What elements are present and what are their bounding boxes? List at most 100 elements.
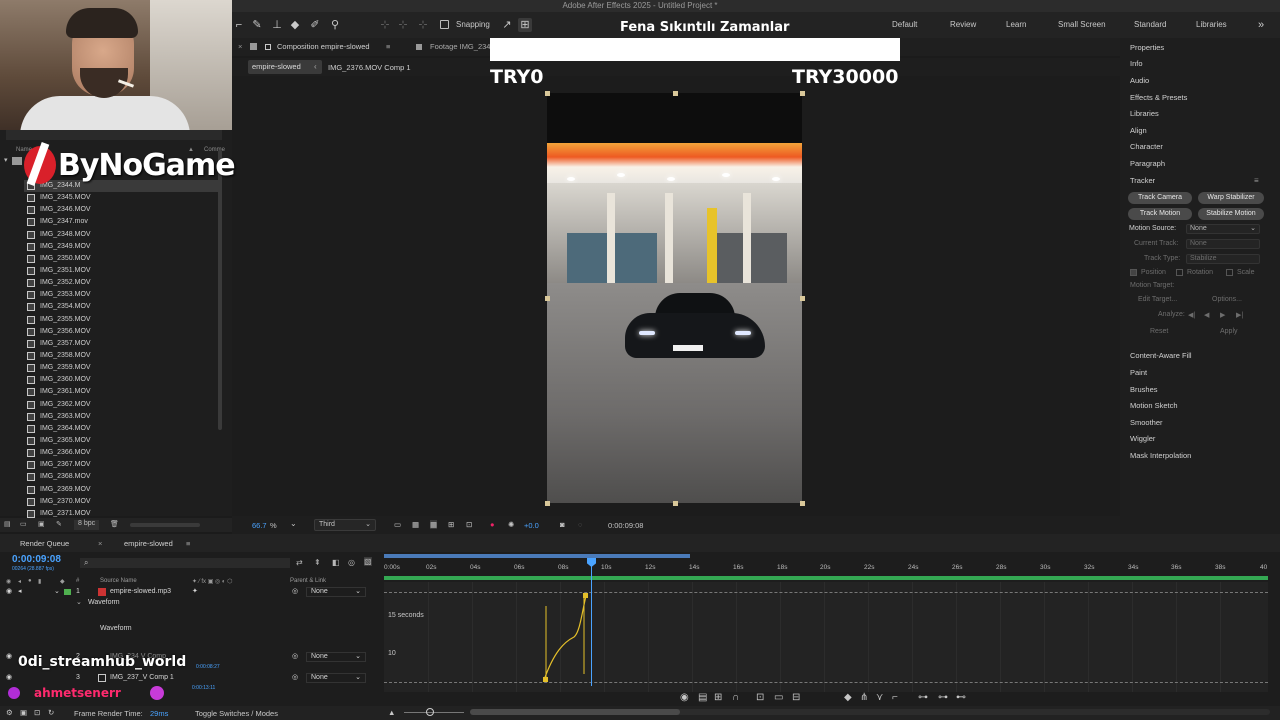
pick-whip-icon[interactable]: ◎ — [292, 651, 298, 663]
parent-dropdown[interactable]: None ⌄ — [306, 652, 366, 662]
transform-handle[interactable] — [545, 91, 550, 96]
list-item[interactable]: IMG_2345.MOV — [24, 192, 220, 204]
workspace-standard[interactable]: Standard — [1134, 20, 1166, 29]
transform-handle[interactable] — [545, 296, 550, 301]
zoom-out-icon[interactable]: ▲ — [388, 708, 395, 717]
tab-footage[interactable]: Footage IMG_234 — [430, 42, 490, 51]
panel-wiggler[interactable]: Wiggler — [1130, 434, 1155, 443]
project-settings-icon[interactable]: ✎ — [56, 520, 62, 528]
parent-link-header[interactable]: Parent & Link — [290, 578, 326, 584]
snap-edge-icon[interactable]: ↗ — [500, 18, 514, 32]
interpret-footage-icon[interactable]: ▤ — [4, 520, 11, 528]
layer-label-color[interactable] — [64, 589, 71, 595]
linear-keyframe-icon[interactable]: ⋎ — [876, 692, 883, 703]
options-button[interactable]: Options... — [1212, 296, 1242, 303]
list-item[interactable]: IMG_2368.MOV — [24, 471, 220, 483]
expand-icon[interactable]: ⌄ — [54, 586, 60, 598]
pen-tool-icon[interactable]: ⌐ — [232, 18, 246, 32]
pick-whip-icon[interactable]: ◎ — [292, 672, 298, 684]
list-item[interactable]: IMG_2354.MOV — [24, 301, 220, 313]
snap-icon[interactable]: ∩ — [732, 692, 739, 703]
show-snapshot-icon[interactable]: ◌ — [578, 520, 582, 529]
transform-handle[interactable] — [673, 91, 678, 96]
track-type-dropdown[interactable]: Stabilize — [1186, 254, 1260, 264]
graph-editor-icon[interactable]: ▧ — [364, 557, 372, 566]
panel-paragraph[interactable]: Paragraph — [1130, 159, 1165, 168]
zoom-slider-thumb[interactable] — [426, 708, 434, 716]
show-transform-box-icon[interactable]: ⊞ — [714, 692, 722, 703]
panel-effects-presets[interactable]: Effects & Presets — [1130, 93, 1187, 102]
clone-stamp-icon[interactable]: ⊥ — [270, 18, 284, 32]
current-time[interactable]: 0:00:09:08 — [12, 554, 61, 565]
track-motion-button[interactable]: Track Motion — [1128, 208, 1192, 220]
fit-all-icon[interactable]: ▭ — [774, 692, 783, 703]
current-track-dropdown[interactable]: None — [1186, 239, 1260, 249]
list-item[interactable]: IMG_2346.MOV — [24, 204, 220, 216]
waveform-property[interactable]: Waveform — [100, 625, 132, 632]
auto-bezier-icon[interactable]: ⌐ — [892, 692, 898, 703]
workspace-small-screen[interactable]: Small Screen — [1058, 20, 1106, 29]
easy-ease-out-icon[interactable]: ⊷ — [956, 692, 966, 703]
list-item[interactable]: IMG_2348.MOV — [24, 229, 220, 241]
stabilize-motion-button[interactable]: Stabilize Motion — [1198, 208, 1264, 220]
transform-handle[interactable] — [800, 296, 805, 301]
panel-paint[interactable]: Paint — [1130, 368, 1147, 377]
panel-brushes[interactable]: Brushes — [1130, 385, 1158, 394]
list-item[interactable]: IMG_2367.MOV — [24, 459, 220, 471]
exposure-value[interactable]: +0.0 — [524, 521, 539, 530]
list-item[interactable]: IMG_2362.MOV — [24, 399, 220, 411]
eye-icon[interactable]: ◉ — [6, 672, 12, 684]
puppet-pin-icon[interactable]: ⚲ — [328, 18, 342, 32]
region-of-interest-icon[interactable]: ▭ — [394, 520, 401, 529]
roto-brush-icon[interactable]: ✐ — [308, 18, 322, 32]
list-item[interactable]: IMG_2347.mov — [24, 216, 220, 228]
snap-grid-icon[interactable]: ⊞ — [518, 18, 532, 32]
align-right-icon[interactable]: ⊹ — [416, 18, 430, 32]
position-checkbox[interactable] — [1130, 269, 1137, 276]
panel-audio[interactable]: Audio — [1130, 76, 1149, 85]
rotation-checkbox[interactable] — [1176, 269, 1183, 276]
new-folder-icon[interactable]: ▭ — [20, 520, 27, 528]
list-item[interactable]: IMG_2369.MOV — [24, 484, 220, 496]
toggle-stretch-icon[interactable]: ↻ — [48, 708, 54, 717]
toggle-switches-icon[interactable]: ⚙ — [6, 708, 13, 717]
close-icon[interactable]: × — [238, 42, 242, 51]
list-item[interactable]: IMG_2351.MOV — [24, 265, 220, 277]
close-icon[interactable]: × — [98, 539, 102, 548]
panel-smoother[interactable]: Smoother — [1130, 418, 1163, 427]
transform-handle[interactable] — [800, 91, 805, 96]
motion-blur-icon[interactable]: ◎ — [348, 558, 355, 567]
brush-tool-icon[interactable]: ✎ — [250, 18, 264, 32]
panel-libraries[interactable]: Libraries — [1130, 109, 1159, 118]
warp-stabilizer-button[interactable]: Warp Stabilizer — [1198, 192, 1264, 204]
chevron-down-icon[interactable]: ⌄ — [290, 519, 297, 528]
analyze-forward-frame-icon[interactable]: ▶ — [1220, 311, 1225, 319]
panel-properties[interactable]: Properties — [1130, 43, 1164, 52]
list-item[interactable]: IMG_2364.MOV — [24, 423, 220, 435]
list-item[interactable]: IMG_2366.MOV — [24, 447, 220, 459]
thumbnail-slider[interactable] — [130, 523, 200, 527]
workspace-learn[interactable]: Learn — [1006, 20, 1026, 29]
list-item[interactable]: IMG_2352.MOV — [24, 277, 220, 289]
workspace-review[interactable]: Review — [950, 20, 976, 29]
list-item[interactable]: IMG_2356.MOV — [24, 326, 220, 338]
grid-icon[interactable]: ⊡ — [466, 520, 472, 529]
apply-button[interactable]: Apply — [1220, 328, 1238, 335]
zoom-slider-track[interactable] — [404, 712, 464, 713]
panel-character[interactable]: Character — [1130, 142, 1163, 151]
layer-row[interactable]: ◉ ◂ ⌄ 1 empire-slowed.mp3 ✦ ◎ None ⌄ — [0, 586, 380, 598]
list-item[interactable]: IMG_2365.MOV — [24, 435, 220, 447]
snapping-checkbox[interactable] — [440, 20, 449, 29]
list-item[interactable]: IMG_2370.MOV — [24, 496, 220, 508]
toggle-switches-modes[interactable]: Toggle Switches / Modes — [195, 709, 278, 718]
transform-handle[interactable] — [673, 501, 678, 506]
timeline-menu-icon[interactable]: ≡ — [186, 539, 190, 548]
resolution-dropdown[interactable]: Third ⌄ — [314, 519, 376, 531]
edit-target-button[interactable]: Edit Target... — [1138, 296, 1177, 303]
reset-button[interactable]: Reset — [1150, 328, 1168, 335]
folder-expand-icon[interactable]: ▾ — [4, 156, 8, 164]
eye-visibility-icon[interactable]: ◉ — [680, 692, 689, 703]
easy-ease-in-icon[interactable]: ⊶ — [938, 692, 948, 703]
workspace-libraries[interactable]: Libraries — [1196, 20, 1227, 29]
guides-icon[interactable]: ⊞ — [448, 520, 454, 529]
